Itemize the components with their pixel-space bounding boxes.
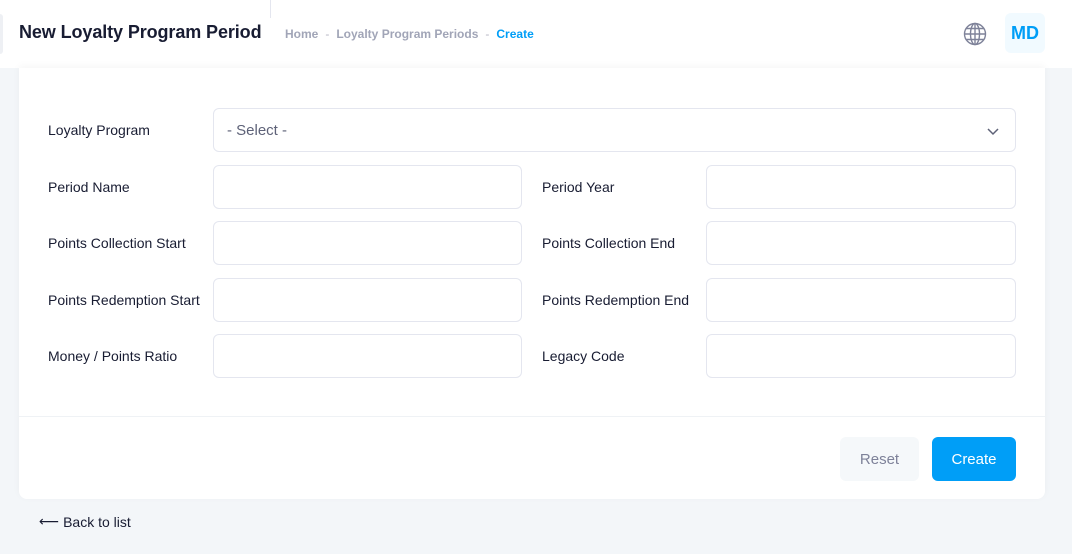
back-to-list-link[interactable]: ⟵ Back to list	[39, 513, 131, 530]
points-redemption-end-input[interactable]	[706, 278, 1016, 322]
points-collection-start-label: Points Collection Start	[48, 235, 186, 251]
breadcrumb: Home - Loyalty Program Periods - Create	[285, 27, 534, 41]
breadcrumb-current: Create	[496, 27, 534, 41]
page-title: New Loyalty Program Period	[19, 22, 262, 42]
header-divider	[270, 0, 271, 18]
create-button[interactable]: Create	[932, 437, 1016, 481]
points-collection-end-label: Points Collection End	[542, 235, 676, 251]
legacy-code-label: Legacy Code	[542, 348, 625, 364]
points-redemption-end-label: Points Redemption End	[542, 292, 690, 308]
period-year-input[interactable]	[706, 165, 1016, 209]
user-avatar[interactable]: MD	[1005, 13, 1045, 53]
loyalty-program-label: Loyalty Program	[48, 122, 150, 138]
breadcrumb-separator: -	[325, 27, 330, 41]
globe-icon	[963, 22, 987, 46]
breadcrumb-separator: -	[485, 27, 490, 41]
points-redemption-start-input[interactable]	[213, 278, 522, 322]
points-collection-end-input[interactable]	[706, 221, 1016, 265]
loyalty-program-select[interactable]: - Select -	[213, 108, 1016, 152]
money-points-ratio-input[interactable]	[213, 334, 522, 378]
top-header: New Loyalty Program Period Home - Loyalt…	[0, 0, 1072, 68]
points-redemption-start-label: Points Redemption Start	[48, 292, 200, 308]
reset-button[interactable]: Reset	[840, 437, 919, 481]
back-to-list-label: Back to list	[63, 513, 131, 530]
sidebar-toggle-edge[interactable]	[0, 14, 3, 54]
loyalty-program-selected-value: - Select -	[227, 121, 288, 139]
chevron-down-icon	[987, 128, 999, 136]
points-collection-start-input[interactable]	[213, 221, 522, 265]
breadcrumb-loyalty-program-periods[interactable]: Loyalty Program Periods	[336, 27, 478, 41]
period-name-label: Period Name	[48, 179, 130, 195]
period-year-label: Period Year	[542, 179, 615, 195]
language-button[interactable]	[962, 21, 988, 47]
money-points-ratio-label: Money / Points Ratio	[48, 348, 178, 364]
legacy-code-input[interactable]	[706, 334, 1016, 378]
create-form-card: Loyalty Program - Select - Period Name P…	[19, 68, 1045, 499]
card-footer-divider	[19, 416, 1045, 417]
breadcrumb-home[interactable]: Home	[285, 27, 318, 41]
period-name-input[interactable]	[213, 165, 522, 209]
arrow-left-icon: ⟵	[39, 513, 60, 529]
